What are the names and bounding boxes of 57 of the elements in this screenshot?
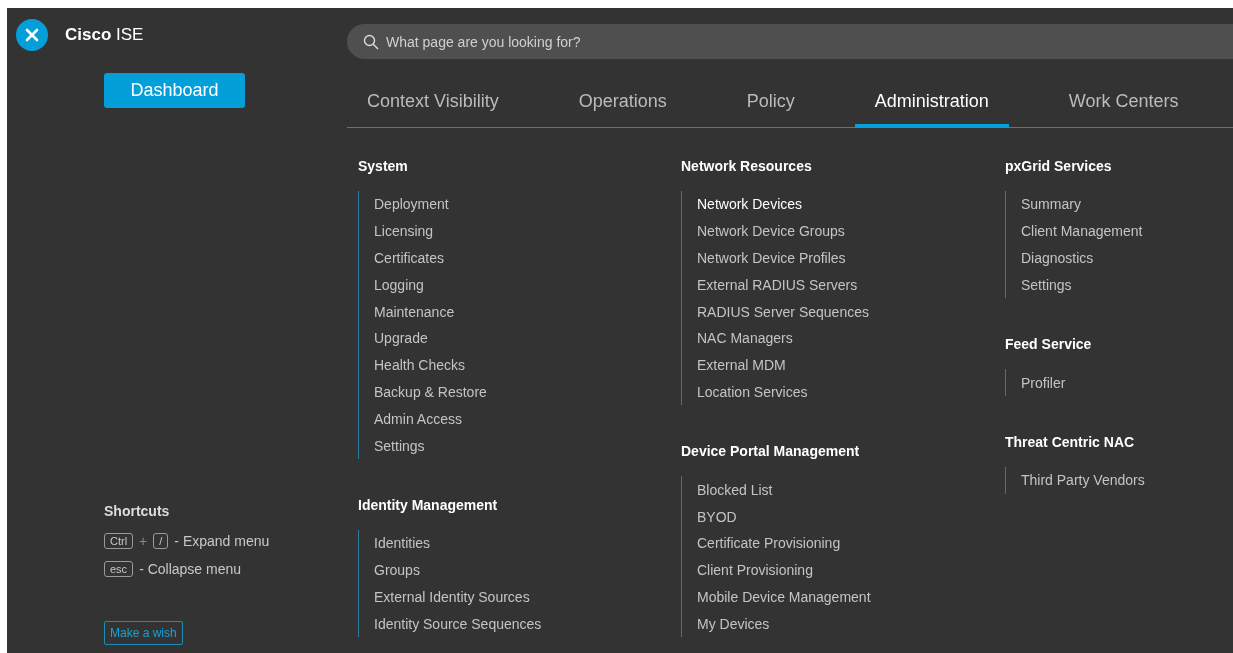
menu-link[interactable]: Certificate Provisioning xyxy=(697,529,841,557)
plus-sign: + xyxy=(139,533,148,549)
menu-link[interactable]: Network Device Profiles xyxy=(697,244,846,272)
menu-link[interactable]: Identities xyxy=(374,529,431,557)
menu-link[interactable]: Blocked List xyxy=(697,476,773,504)
menu-link[interactable]: External Identity Sources xyxy=(374,583,530,611)
menu-link[interactable]: Maintenance xyxy=(374,298,455,325)
menu-link[interactable]: Admin Access xyxy=(374,405,462,433)
menu-link[interactable]: Summary xyxy=(1021,191,1081,218)
menu-link[interactable]: Upgrade xyxy=(374,325,428,352)
menu-link[interactable]: Settings xyxy=(1021,271,1072,299)
section-heading: Identity Management xyxy=(358,496,499,513)
keycap: / xyxy=(153,533,169,549)
keycap: esc xyxy=(104,561,134,577)
make-a-wish-button[interactable]: Make a wish xyxy=(104,621,183,645)
nav-tab[interactable]: Administration xyxy=(854,81,1009,128)
shortcuts-heading: Shortcuts xyxy=(104,503,171,519)
close-icon[interactable] xyxy=(16,19,48,51)
section-heading: Threat Centric NAC xyxy=(1005,434,1136,450)
menu-link[interactable]: Logging xyxy=(374,271,424,299)
keycap: Ctrl xyxy=(104,533,134,549)
shortcut-label: - Expand menu xyxy=(174,533,270,549)
section-heading: Network Resources xyxy=(681,158,813,174)
menu-link[interactable]: External RADIUS Servers xyxy=(697,271,858,299)
menu-link[interactable]: RADIUS Server Sequences xyxy=(697,298,869,325)
menu-link[interactable]: Mobile Device Management xyxy=(697,583,871,611)
shortcut-label: - Collapse menu xyxy=(139,561,242,577)
menu-link[interactable]: Backup & Restore xyxy=(374,378,487,406)
section-heading: pxGrid Services xyxy=(1005,158,1113,174)
menu-link[interactable]: Groups xyxy=(374,556,420,584)
nav-tab[interactable]: Context Visibility xyxy=(347,81,519,128)
menu-link[interactable]: Network Device Groups xyxy=(697,217,845,245)
menu-link[interactable]: Health Checks xyxy=(374,351,466,379)
menu-link[interactable]: Profiler xyxy=(1021,369,1066,396)
search-field[interactable]: What page are you looking for? xyxy=(347,24,1233,59)
menu-link[interactable]: Client Provisioning xyxy=(697,556,813,584)
app-title: Cisco ISE xyxy=(65,25,144,45)
menu-link[interactable]: BYOD xyxy=(697,503,737,530)
nav-tab[interactable]: Policy xyxy=(726,81,815,128)
section-heading: System xyxy=(358,158,409,174)
section-heading: Device Portal Management xyxy=(681,443,861,460)
menu-link[interactable]: Certificates xyxy=(374,244,445,272)
menu-link[interactable]: External MDM xyxy=(697,351,786,379)
menu-link[interactable]: NAC Managers xyxy=(697,325,793,352)
menu-link[interactable]: Network Devices xyxy=(697,191,803,218)
menu-link[interactable]: Identity Source Sequences xyxy=(374,610,542,638)
section-heading: Feed Service xyxy=(1005,336,1093,353)
menu-link[interactable]: Location Services xyxy=(697,378,808,406)
menu-link[interactable]: Licensing xyxy=(374,217,434,245)
nav-tab[interactable]: Operations xyxy=(558,81,687,128)
menu-link[interactable]: Settings xyxy=(374,432,425,459)
menu-link[interactable]: Third Party Vendors xyxy=(1021,467,1145,494)
nav-tab[interactable]: Work Centers xyxy=(1048,81,1199,128)
menu-link[interactable]: Client Management xyxy=(1021,217,1143,245)
menu-link[interactable]: My Devices xyxy=(697,610,770,638)
menu-link[interactable]: Diagnostics xyxy=(1021,244,1094,272)
menu-link[interactable]: Deployment xyxy=(374,191,449,218)
